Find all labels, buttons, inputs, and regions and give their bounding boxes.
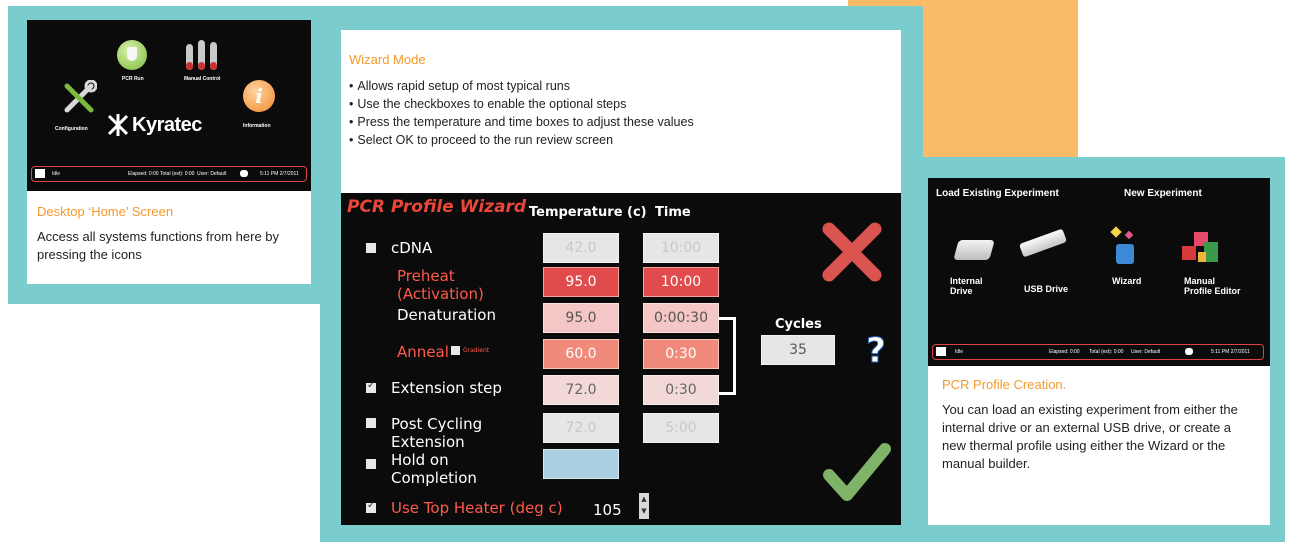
status-time: 5:11 PM 2/7/2011 xyxy=(260,171,299,177)
cycles-box[interactable]: 35 xyxy=(761,335,835,365)
hold-temp-box[interactable] xyxy=(543,449,619,479)
step-label: Extension step xyxy=(391,379,502,397)
help-icon[interactable]: ? xyxy=(861,333,891,370)
internal-drive-label: Internal Drive xyxy=(950,276,983,296)
time-box[interactable]: 0:00:30 xyxy=(643,303,719,333)
status-elapsed: Elapsed: 0:00 xyxy=(128,171,159,177)
kyratec-logo: Kyratec xyxy=(107,112,227,138)
status-state: Idle xyxy=(52,171,61,177)
home-screen: PCR Run Manual Control Configuration Kyr… xyxy=(27,20,311,191)
time-header: Time xyxy=(655,205,691,220)
post-cycling-checkbox[interactable] xyxy=(366,418,376,428)
wizard-label: Wizard xyxy=(1112,276,1142,286)
manual-editor-label: Manual Profile Editor xyxy=(1184,276,1241,296)
cdna-checkbox[interactable] xyxy=(366,243,376,253)
status-user: User: Default xyxy=(1131,349,1161,355)
information-label: Information xyxy=(243,123,271,129)
new-heading: New Experiment xyxy=(1124,188,1202,199)
creation-screen: Load Existing Experiment New Experiment … xyxy=(928,178,1270,366)
status-time: 5:11 PM 2/7/2011 xyxy=(1211,349,1250,355)
temp-box[interactable]: 60.0 xyxy=(543,339,619,369)
wizard-title: Wizard Mode xyxy=(349,52,426,67)
extension-checkbox[interactable] xyxy=(366,380,376,393)
wizard-bullet: Allows rapid setup of most typical runs xyxy=(349,77,889,95)
temp-box[interactable]: 42.0 xyxy=(543,233,619,263)
temperature-header: Temperature (c) xyxy=(529,205,647,220)
home-caption-body: Access all systems functions from here b… xyxy=(37,229,280,262)
top-heater-checkbox[interactable] xyxy=(366,500,376,513)
wizard-icon[interactable] xyxy=(1110,226,1140,266)
home-caption-title: Desktop ‘Home’ Screen xyxy=(37,204,174,219)
creation-status-bar: Idle Elapsed: 0:00 Total (est): 0:00 Use… xyxy=(932,344,1264,360)
thermometers-icon[interactable] xyxy=(184,38,224,72)
usb-drive-label: USB Drive xyxy=(1024,284,1069,294)
cancel-icon[interactable] xyxy=(821,221,883,283)
gradient-checkbox[interactable] xyxy=(451,346,460,355)
time-box[interactable]: 10:00 xyxy=(643,267,719,297)
wizard-bullet: Press the temperature and time boxes to … xyxy=(349,113,889,131)
status-elapsed: Elapsed: 0:00 xyxy=(1049,349,1080,355)
step-label: Hold on Completion xyxy=(391,451,477,487)
time-box[interactable]: 0:30 xyxy=(643,375,719,405)
status-user: User: Default xyxy=(197,171,227,177)
home-status-bar: Idle Elapsed: 0:00 Total (est): 0:00 Use… xyxy=(31,166,307,182)
status-total: Total (est): 0:00 xyxy=(160,171,195,177)
cycles-label: Cycles xyxy=(775,317,822,332)
gradient-label: Gradient xyxy=(463,347,490,354)
cycle-bracket xyxy=(719,317,736,395)
time-box[interactable]: 10:00 xyxy=(643,233,719,263)
ok-checkmark-icon[interactable] xyxy=(821,441,891,503)
pcr-wizard-screen: PCR Profile Wizard Temperature (c) Time … xyxy=(341,193,901,525)
creation-card: Load Existing Experiment New Experiment … xyxy=(928,178,1270,525)
internal-drive-icon[interactable] xyxy=(953,240,995,260)
pcr-wizard-title: PCR Profile Wizard xyxy=(347,197,527,217)
logo-text: Kyratec xyxy=(132,113,202,136)
step-label: cDNA xyxy=(391,239,433,257)
creation-caption-title: PCR Profile Creation. xyxy=(942,377,1067,392)
time-box[interactable]: 0:30 xyxy=(643,339,719,369)
status-state: Idle xyxy=(955,349,964,355)
pcr-run-label: PCR Run xyxy=(122,76,144,82)
information-icon[interactable]: i xyxy=(243,80,275,112)
configuration-label: Configuration xyxy=(55,126,88,132)
time-box[interactable]: 5:00 xyxy=(643,413,719,443)
home-card: PCR Run Manual Control Configuration Kyr… xyxy=(27,20,311,284)
wizard-bullet: Use the checkboxes to enable the optiona… xyxy=(349,95,889,113)
wizard-bullets: Allows rapid setup of most typical runs … xyxy=(349,77,889,149)
step-label: Post Cycling Extension xyxy=(391,415,483,451)
temp-box[interactable]: 95.0 xyxy=(543,303,619,333)
users-icon xyxy=(240,170,248,177)
temp-box[interactable]: 95.0 xyxy=(543,267,619,297)
tools-icon[interactable] xyxy=(61,79,98,116)
manual-profile-editor-icon[interactable] xyxy=(1180,224,1224,268)
step-label: Anneal xyxy=(397,343,449,361)
step-label: Denaturation xyxy=(397,306,496,324)
manual-control-label: Manual Control xyxy=(184,76,221,82)
temp-box[interactable]: 72.0 xyxy=(543,375,619,405)
usb-drive-icon[interactable] xyxy=(1018,228,1068,258)
temp-box[interactable]: 72.0 xyxy=(543,413,619,443)
users-icon xyxy=(1185,348,1193,355)
status-total: Total (est): 0:00 xyxy=(1089,349,1124,355)
creation-caption-body: You can load an existing experiment from… xyxy=(942,402,1238,471)
pcr-run-icon[interactable] xyxy=(117,40,147,70)
top-heater-label: Use Top Heater (deg c) xyxy=(391,499,563,517)
home-icon[interactable] xyxy=(35,169,45,178)
hold-checkbox[interactable] xyxy=(366,459,376,469)
wizard-card: Wizard Mode Allows rapid setup of most t… xyxy=(341,30,901,525)
top-heater-value: 105 xyxy=(593,501,622,519)
home-icon[interactable] xyxy=(936,347,946,356)
load-heading: Load Existing Experiment xyxy=(936,188,1059,199)
step-label: Preheat (Activation) xyxy=(397,267,484,303)
top-heater-stepper[interactable]: ▲ ▼ xyxy=(639,493,649,519)
wizard-bullet: Select OK to proceed to the run review s… xyxy=(349,131,889,149)
